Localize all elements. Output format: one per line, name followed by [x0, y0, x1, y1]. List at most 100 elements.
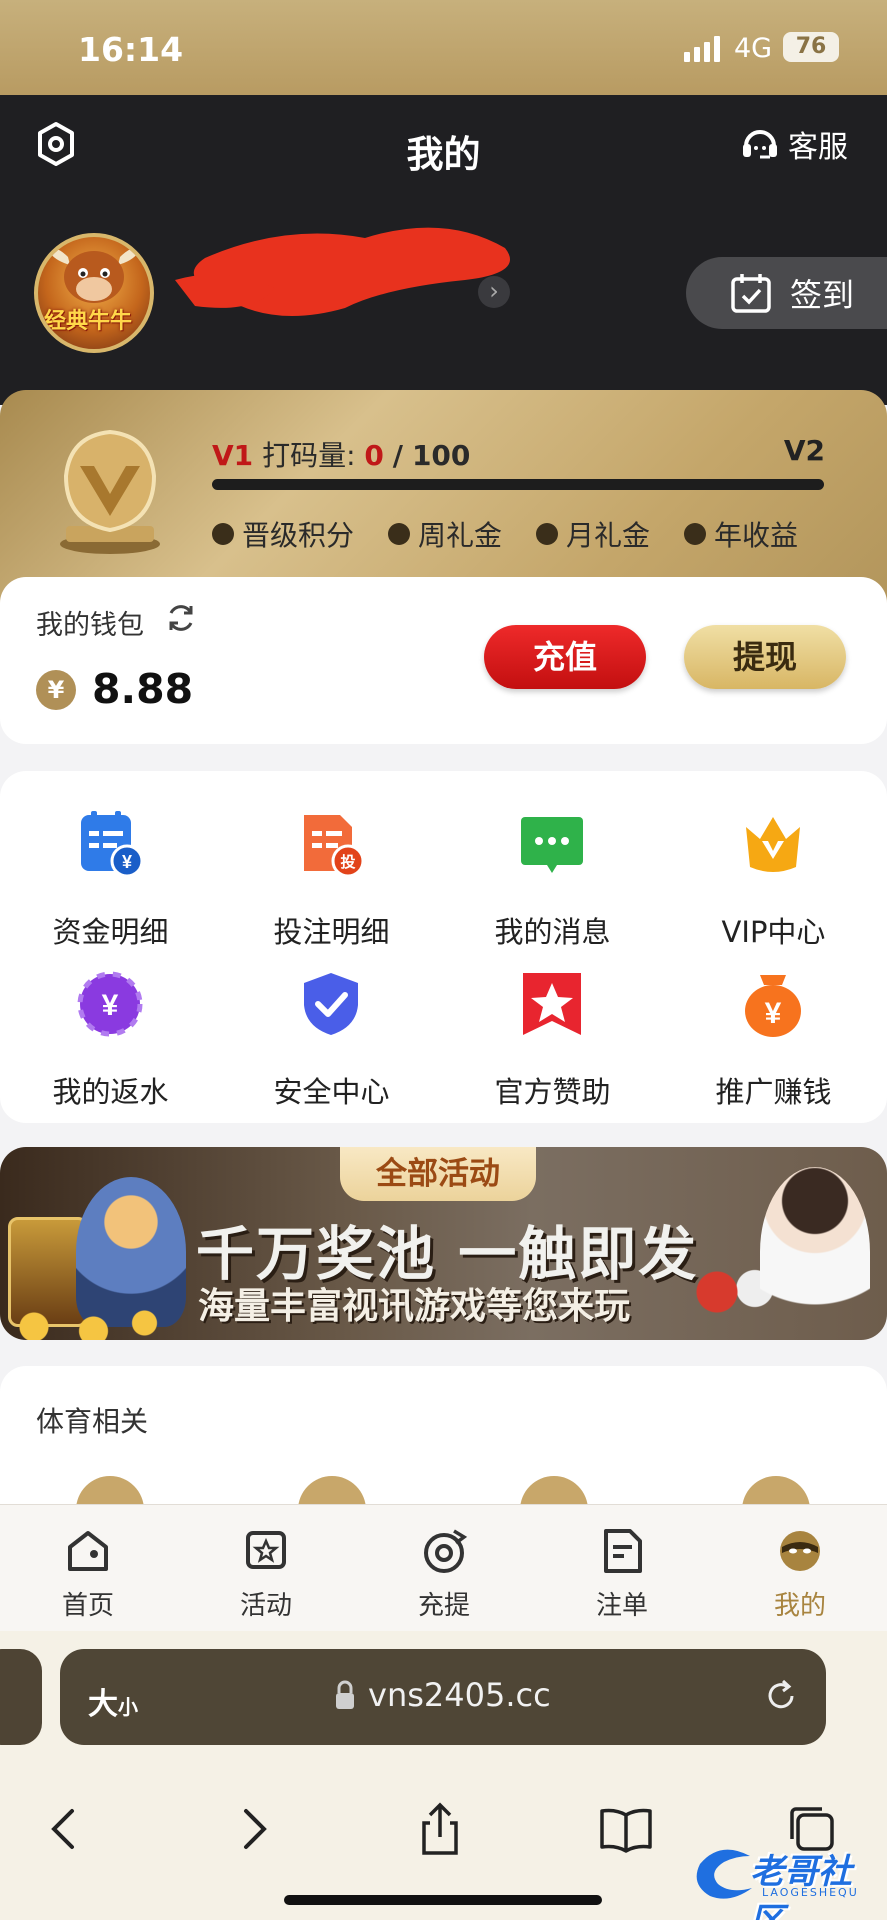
tab-orders[interactable]: 注单 [562, 1527, 682, 1622]
menu-item-label: 推广赚钱 [715, 1075, 832, 1109]
star-badge-icon [523, 973, 581, 1035]
avatar[interactable]: 经典牛牛 [34, 233, 154, 353]
bottom-tab-bar: 首页 活动 充提 注单 我的 [0, 1504, 887, 1631]
vip-perks-list: 晋级积分 周礼金 月礼金 年收益 [212, 514, 852, 554]
banner-subline: 海量丰富视讯游戏等您来玩 [198, 1286, 631, 1327]
network-type: 4G [734, 33, 773, 64]
vip-perk-item: 周礼金 [388, 514, 502, 554]
vip-progress-separator: / [392, 439, 404, 472]
dealer-illustration [760, 1167, 870, 1337]
rebate-icon: ¥ [77, 971, 143, 1037]
tab-label: 活动 [239, 1591, 292, 1621]
tab-deposit-withdraw[interactable]: 充提 [384, 1527, 504, 1622]
deposit-withdraw-icon [424, 1529, 468, 1573]
avatar-game-title: 经典牛牛 [44, 309, 133, 334]
vip-perk-item: 月礼金 [536, 514, 650, 554]
refresh-icon[interactable] [164, 601, 198, 635]
previous-tab-peek[interactable] [0, 1649, 42, 1745]
menu-item-vip-center[interactable]: VIP中心 [663, 791, 884, 951]
promote-yen-glyph: ¥ [765, 997, 782, 1030]
bet-detail-icon: 投 [304, 815, 365, 878]
rebate-yen-glyph: ¥ [102, 989, 119, 1022]
forward-arrow-icon[interactable] [224, 1799, 284, 1859]
address-bar[interactable]: 大小 vns2405.cc [60, 1649, 826, 1745]
menu-item-label: 安全中心 [273, 1075, 390, 1109]
vip-perk-label: 晋级积分 [242, 519, 355, 552]
menu-item-label: VIP中心 [721, 915, 826, 949]
menu-item-security[interactable]: 安全中心 [221, 951, 442, 1111]
menu-item-fund-detail[interactable]: ¥ 资金明细 [0, 791, 221, 951]
site-watermark-logo: 老哥社区 LAOGESHEQU [690, 1840, 880, 1920]
profile-icon [780, 1531, 820, 1571]
watermark-subtext: LAOGESHEQU [762, 1886, 859, 1899]
headset-icon [743, 130, 777, 159]
reload-icon[interactable] [762, 1677, 800, 1715]
message-icon [521, 817, 583, 873]
menu-item-sponsorship[interactable]: 官方赞助 [442, 951, 663, 1111]
checkin-button[interactable]: 签到 [686, 257, 887, 329]
bet-badge-glyph: 投 [340, 853, 355, 871]
calendar-check-icon [731, 274, 771, 313]
activity-icon [246, 1531, 286, 1569]
vip-perk-label: 年收益 [714, 519, 799, 552]
vip-progress-total: 100 [411, 439, 471, 472]
deposit-button[interactable]: 充值 [484, 625, 646, 689]
vip-current-level: V1 [212, 439, 254, 472]
promote-money-icon: ¥ [745, 975, 801, 1037]
menu-item-promote[interactable]: ¥ 推广赚钱 [663, 951, 884, 1111]
all-activities-tab[interactable]: 全部活动 [340, 1147, 536, 1201]
fund-yen-glyph: ¥ [122, 852, 132, 872]
withdraw-button[interactable]: 提现 [684, 625, 846, 689]
status-bar: 16:14 4G 76 [0, 0, 887, 95]
menu-item-label: 我的返水 [52, 1075, 169, 1109]
vip-perk-label: 月礼金 [566, 519, 651, 552]
vip-perk-item: 晋级积分 [212, 514, 354, 554]
wallet-balance: 8.88 [92, 665, 194, 713]
promo-banner[interactable]: 全部活动 千万奖池 一触即发 海量丰富视讯游戏等您来玩 [0, 1147, 887, 1340]
customer-service-button[interactable]: 客服 [740, 122, 848, 166]
watermark-text: 老哥社区 [750, 1852, 852, 1920]
menu-item-rebate[interactable]: ¥ 我的返水 [0, 951, 221, 1111]
vip-next-level: V2 [783, 434, 825, 467]
vip-progress-label: V1 打码量: 0 / 100 [212, 434, 470, 474]
fund-detail-icon: ¥ [81, 811, 144, 878]
feature-menu-grid: ¥ 资金明细 投 投注明细 我的消息 VIP中心 ¥ 我的返水 安全中心 官方赞… [0, 771, 887, 1123]
url-text: vns2405.cc [368, 1676, 551, 1714]
tab-label: 我的 [773, 1591, 826, 1621]
share-icon[interactable] [410, 1799, 470, 1859]
home-icon [68, 1531, 108, 1571]
menu-item-label: 官方赞助 [494, 1075, 611, 1109]
orders-icon [604, 1529, 642, 1573]
tab-label: 注单 [595, 1591, 648, 1621]
back-arrow-icon[interactable] [34, 1799, 94, 1859]
text-size-button[interactable]: 大小 [88, 1679, 138, 1723]
tab-activity[interactable]: 活动 [206, 1527, 326, 1622]
coins-illustration [0, 1307, 170, 1340]
vip-perk-label: 周礼金 [418, 519, 503, 552]
currency-coin-icon: ¥ [36, 670, 76, 710]
home-indicator [284, 1895, 602, 1905]
customer-service-label: 客服 [788, 130, 848, 165]
menu-item-bet-detail[interactable]: 投 投注明细 [221, 791, 442, 951]
shield-icon [304, 973, 358, 1035]
username-redacted [175, 227, 510, 316]
menu-item-label: 投注明细 [273, 915, 390, 949]
tab-label: 首页 [61, 1591, 114, 1621]
vip-progress-caption: 打码量: [262, 439, 356, 472]
menu-item-messages[interactable]: 我的消息 [442, 791, 663, 951]
tab-home[interactable]: 首页 [28, 1527, 148, 1622]
tab-profile[interactable]: 我的 [740, 1527, 860, 1622]
text-size-large: 大 [88, 1687, 118, 1722]
lock-icon [336, 1680, 354, 1709]
vip-progress-bar [212, 479, 824, 490]
bookmarks-icon[interactable] [596, 1799, 656, 1859]
vip-badge-icon [60, 429, 160, 554]
profile-detail-chevron-icon[interactable]: › [478, 276, 510, 308]
battery-icon: 76 [783, 32, 839, 62]
vip-perk-item: 年收益 [684, 514, 798, 554]
wallet-title: 我的钱包 [36, 610, 144, 641]
menu-item-label: 资金明细 [52, 915, 169, 949]
sports-section-title: 体育相关 [36, 1405, 149, 1438]
vip-progress-current: 0 [364, 439, 384, 472]
wallet-card: 我的钱包 ¥ 8.88 充值 提现 [0, 577, 887, 744]
